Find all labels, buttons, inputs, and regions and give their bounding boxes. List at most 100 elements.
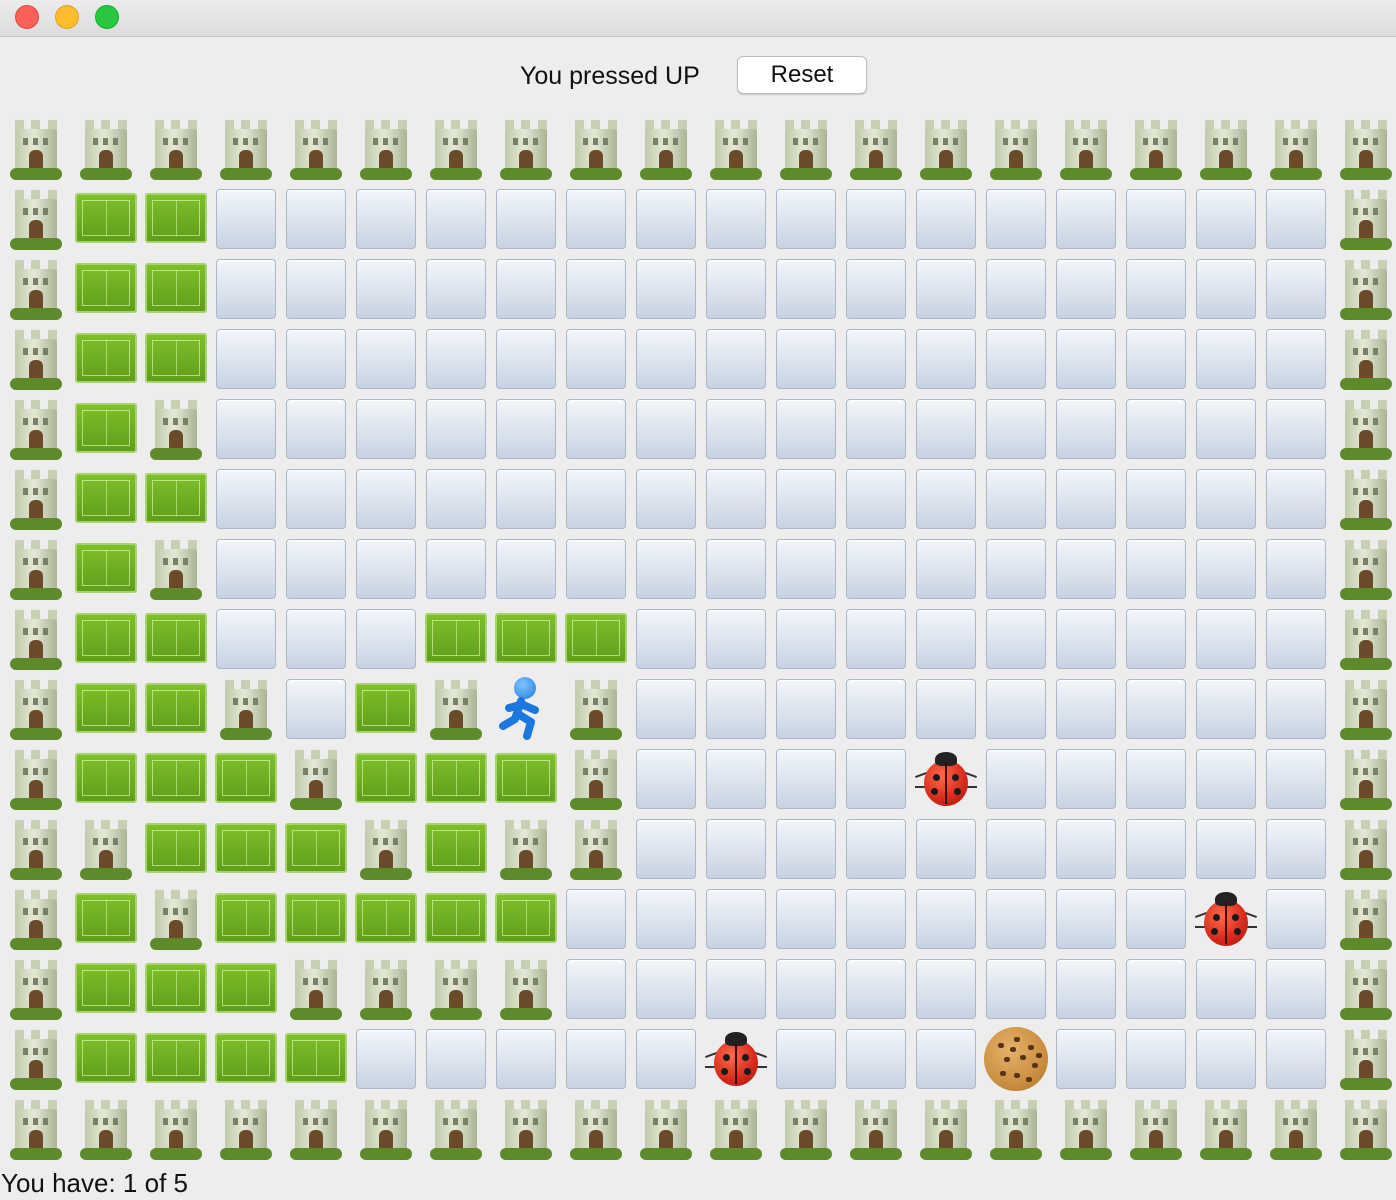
empty-floor-tile xyxy=(281,324,351,394)
tower-wall-icon xyxy=(1,1094,71,1164)
tower-wall-icon xyxy=(561,1094,631,1164)
empty-floor-tile xyxy=(771,184,841,254)
tower-wall-icon xyxy=(351,954,421,1024)
grass-field-tile xyxy=(141,604,211,674)
empty-floor-tile xyxy=(281,674,351,744)
grass-field-tile xyxy=(421,744,491,814)
empty-floor-tile xyxy=(981,674,1051,744)
empty-floor-tile xyxy=(561,534,631,604)
tower-wall-icon xyxy=(1331,814,1396,884)
collected-count-label: You have: 1 of 5 xyxy=(1,1168,188,1198)
tower-wall-icon xyxy=(1331,744,1396,814)
tower-wall-icon xyxy=(1191,114,1261,184)
empty-floor-tile xyxy=(351,184,421,254)
empty-floor-tile xyxy=(1261,184,1331,254)
tower-wall-icon xyxy=(141,884,211,954)
empty-floor-tile xyxy=(211,394,281,464)
tower-wall-icon xyxy=(631,1094,701,1164)
empty-floor-tile xyxy=(911,884,981,954)
empty-floor-tile xyxy=(281,604,351,674)
empty-floor-tile xyxy=(771,814,841,884)
empty-floor-tile xyxy=(351,604,421,674)
grass-field-tile xyxy=(491,884,561,954)
empty-floor-tile xyxy=(771,464,841,534)
empty-floor-tile xyxy=(771,884,841,954)
grass-field-tile xyxy=(141,1024,211,1094)
empty-floor-tile xyxy=(561,1024,631,1094)
tower-wall-icon xyxy=(351,814,421,884)
empty-floor-tile xyxy=(1121,674,1191,744)
grass-field-tile xyxy=(211,954,281,1024)
key-status-label: You pressed UP xyxy=(520,62,700,90)
empty-floor-tile xyxy=(981,464,1051,534)
grass-field-tile xyxy=(141,464,211,534)
empty-floor-tile xyxy=(631,674,701,744)
grass-field-tile xyxy=(211,1024,281,1094)
empty-floor-tile xyxy=(701,324,771,394)
empty-floor-tile xyxy=(211,184,281,254)
grass-field-tile xyxy=(281,814,351,884)
tower-wall-icon xyxy=(491,954,561,1024)
tower-wall-icon xyxy=(981,114,1051,184)
minimize-window-button[interactable] xyxy=(55,5,79,29)
empty-floor-tile xyxy=(981,324,1051,394)
empty-floor-tile xyxy=(561,464,631,534)
empty-floor-tile xyxy=(631,394,701,464)
empty-floor-tile xyxy=(911,604,981,674)
maximize-window-button[interactable] xyxy=(95,5,119,29)
empty-floor-tile xyxy=(1191,1024,1261,1094)
tower-wall-icon xyxy=(771,1094,841,1164)
empty-floor-tile xyxy=(911,394,981,464)
tower-wall-icon xyxy=(1,184,71,254)
grass-field-tile xyxy=(211,814,281,884)
empty-floor-tile xyxy=(911,534,981,604)
close-window-button[interactable] xyxy=(15,5,39,29)
empty-floor-tile xyxy=(1121,254,1191,324)
empty-floor-tile xyxy=(1261,394,1331,464)
empty-floor-tile xyxy=(561,884,631,954)
empty-floor-tile xyxy=(281,394,351,464)
empty-floor-tile xyxy=(1121,884,1191,954)
empty-floor-tile xyxy=(351,1024,421,1094)
tower-wall-icon xyxy=(911,1094,981,1164)
empty-floor-tile xyxy=(911,464,981,534)
empty-floor-tile xyxy=(1261,254,1331,324)
empty-floor-tile xyxy=(351,324,421,394)
empty-floor-tile xyxy=(1121,184,1191,254)
empty-floor-tile xyxy=(911,254,981,324)
empty-floor-tile xyxy=(1191,674,1261,744)
tower-wall-icon xyxy=(211,674,281,744)
ladybug-icon xyxy=(701,1024,771,1094)
tower-wall-icon xyxy=(421,114,491,184)
empty-floor-tile xyxy=(1261,1024,1331,1094)
empty-floor-tile xyxy=(1051,814,1121,884)
tower-wall-icon xyxy=(561,744,631,814)
empty-floor-tile xyxy=(1191,534,1261,604)
empty-floor-tile xyxy=(1191,254,1261,324)
tower-wall-icon xyxy=(1,254,71,324)
empty-floor-tile xyxy=(1121,464,1191,534)
empty-floor-tile xyxy=(701,884,771,954)
grass-field-tile xyxy=(351,744,421,814)
empty-floor-tile xyxy=(1051,184,1121,254)
grass-field-tile xyxy=(71,324,141,394)
grass-field-tile xyxy=(71,534,141,604)
tower-wall-icon xyxy=(561,114,631,184)
empty-floor-tile xyxy=(1051,1024,1121,1094)
empty-floor-tile xyxy=(771,604,841,674)
grass-field-tile xyxy=(71,184,141,254)
grass-field-tile xyxy=(71,954,141,1024)
empty-floor-tile xyxy=(421,324,491,394)
empty-floor-tile xyxy=(841,394,911,464)
empty-floor-tile xyxy=(1121,744,1191,814)
tower-wall-icon xyxy=(1261,1094,1331,1164)
empty-floor-tile xyxy=(841,744,911,814)
empty-floor-tile xyxy=(911,674,981,744)
tower-wall-icon xyxy=(1331,954,1396,1024)
grass-field-tile xyxy=(71,744,141,814)
empty-floor-tile xyxy=(1051,674,1121,744)
empty-floor-tile xyxy=(211,534,281,604)
grass-field-tile xyxy=(141,324,211,394)
reset-button[interactable]: Reset xyxy=(737,56,867,94)
empty-floor-tile xyxy=(771,324,841,394)
